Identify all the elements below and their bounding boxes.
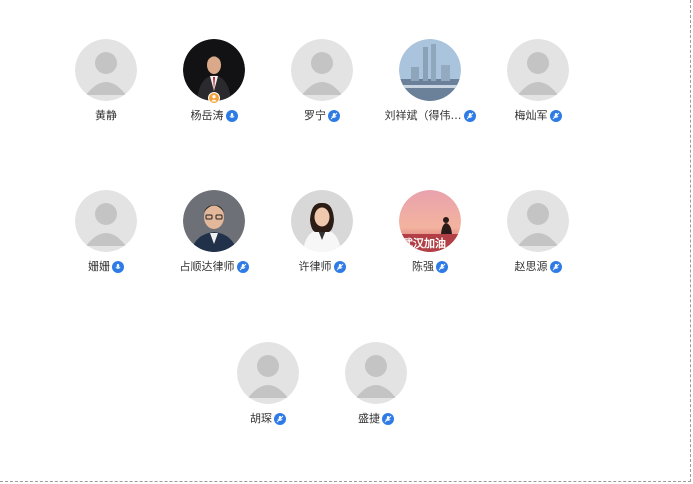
participant-name: 杨岳涛 — [190, 109, 224, 122]
participant-name: 赵思源 — [514, 260, 548, 273]
participant-name: 盛捷 — [358, 412, 380, 425]
participant-tile[interactable]: 姗姗 — [52, 190, 160, 274]
participant-tile[interactable]: 黄静 — [52, 39, 160, 123]
participant-tile[interactable]: 胡琛 — [214, 342, 322, 426]
participant-tile[interactable]: 盛捷 — [322, 342, 430, 426]
participant-name: 梅灿军 — [514, 109, 548, 122]
participant-photo — [183, 190, 245, 252]
participant-name: 姗姗 — [88, 260, 110, 273]
participant-tile[interactable]: 梅灿军 — [484, 39, 592, 123]
participant-photo — [291, 190, 353, 252]
mic-muted-icon[interactable] — [549, 110, 562, 122]
participant-tile[interactable]: 武汉加油 陈强 — [376, 190, 484, 274]
default-avatar — [345, 342, 407, 404]
participant-name: 占顺达律师 — [179, 260, 235, 273]
default-avatar — [507, 39, 569, 101]
participant-name: 黄静 — [95, 109, 117, 122]
participant-photo — [399, 39, 461, 101]
participant-tile[interactable]: 罗宁 — [268, 39, 376, 123]
mic-on-icon[interactable] — [225, 110, 238, 122]
host-badge-icon — [208, 92, 220, 104]
default-avatar — [75, 190, 137, 252]
participant-name: 陈强 — [412, 260, 434, 273]
default-avatar — [291, 39, 353, 101]
mic-muted-icon[interactable] — [549, 261, 562, 273]
mic-muted-icon[interactable] — [382, 413, 394, 425]
participant-tile[interactable]: 赵思源 — [484, 190, 592, 274]
participant-tile[interactable]: 许律师 — [268, 190, 376, 274]
participant-tile[interactable]: 杨岳涛 — [160, 39, 268, 123]
sunset-photo-text: 武汉加油 — [402, 236, 446, 250]
mic-muted-icon[interactable] — [274, 413, 286, 425]
participant-name: 罗宁 — [304, 109, 326, 122]
participant-photo — [183, 39, 245, 104]
participant-photo: 武汉加油 — [399, 190, 461, 252]
participant-name: 许律师 — [298, 260, 332, 273]
mic-muted-icon[interactable] — [328, 110, 340, 122]
participant-tile[interactable]: 刘祥斌（得伟… — [376, 39, 484, 123]
participant-grid: 黄静 杨岳涛 罗宁 刘祥斌（得伟… 梅灿军 姗姗 占顺达律师 许律师 武汉加油 … — [0, 0, 693, 484]
participant-name: 刘祥斌（得伟… — [384, 109, 462, 122]
mic-on-icon[interactable] — [112, 261, 124, 273]
participant-name: 胡琛 — [250, 412, 272, 425]
participant-tile[interactable]: 占顺达律师 — [160, 190, 268, 274]
default-avatar — [237, 342, 299, 404]
mic-muted-icon[interactable] — [463, 110, 476, 122]
mic-muted-icon[interactable] — [436, 261, 448, 273]
default-avatar — [507, 190, 569, 252]
default-avatar — [75, 39, 137, 101]
mic-muted-icon[interactable] — [333, 261, 346, 273]
mic-muted-icon[interactable] — [236, 261, 249, 273]
